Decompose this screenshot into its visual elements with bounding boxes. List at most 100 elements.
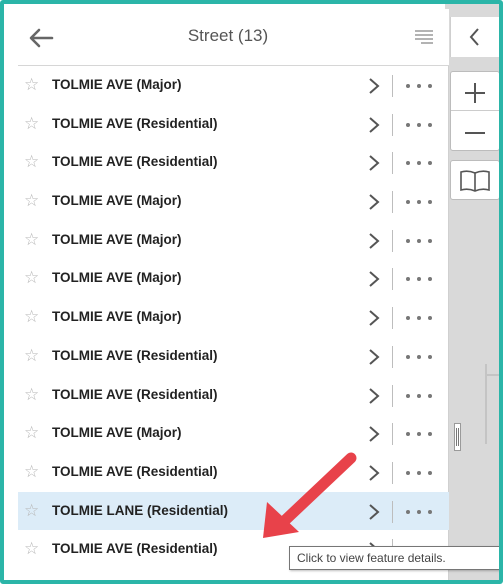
chevron-right-icon[interactable] — [368, 309, 380, 327]
list-item[interactable]: ☆ TOLMIE AVE (Residential) — [18, 453, 449, 492]
more-options-icon[interactable] — [406, 200, 436, 205]
more-options-icon[interactable] — [406, 393, 436, 398]
chevron-right-icon[interactable] — [368, 348, 380, 366]
divider — [392, 345, 393, 368]
chevron-right-icon[interactable] — [368, 270, 380, 288]
zoom-in-button[interactable] — [451, 72, 499, 111]
app-frame: Street (13) ☆ TOLMIE AVE (Major) ☆ TOLMIE A… — [0, 0, 503, 584]
list-item-label: TOLMIE AVE (Major) — [52, 309, 182, 325]
divider — [392, 500, 393, 523]
list-item-label: TOLMIE LANE (Residential) — [52, 502, 229, 518]
tooltip: Click to view feature details. — [289, 546, 499, 570]
bookmarks-control — [450, 160, 499, 200]
star-icon[interactable]: ☆ — [24, 230, 39, 250]
results-panel: Street (13) ☆ TOLMIE AVE (Major) ☆ TOLMIE A… — [18, 9, 449, 580]
list-item-label: TOLMIE AVE (Major) — [52, 270, 182, 286]
collapse-control — [450, 17, 499, 57]
resize-handle[interactable] — [454, 423, 461, 451]
list-item-label: TOLMIE AVE (Residential) — [52, 386, 218, 402]
star-icon[interactable]: ☆ — [24, 385, 39, 405]
divider — [392, 461, 393, 484]
chevron-right-icon[interactable] — [368, 232, 380, 250]
star-icon[interactable]: ☆ — [24, 268, 39, 288]
list-item-label: TOLMIE AVE (Residential) — [52, 541, 218, 557]
list-item[interactable]: ☆ TOLMIE LANE (Residential) — [18, 491, 449, 531]
open-book-icon — [460, 170, 490, 192]
star-icon[interactable]: ☆ — [24, 462, 39, 482]
zoom-control — [450, 71, 499, 151]
chevron-right-icon[interactable] — [368, 193, 380, 211]
grip-icon — [454, 423, 461, 451]
more-options-icon[interactable] — [406, 470, 436, 475]
star-icon[interactable]: ☆ — [24, 423, 39, 443]
arrow-left-icon — [29, 28, 54, 48]
list-item-label: TOLMIE AVE (Residential) — [52, 347, 218, 363]
list-item-label: TOLMIE AVE (Residential) — [52, 463, 218, 479]
divider — [392, 384, 393, 407]
list-item[interactable]: ☆ TOLMIE AVE (Major) — [18, 414, 449, 453]
plus-icon — [465, 83, 485, 103]
more-options-icon[interactable] — [406, 161, 436, 166]
results-list: ☆ TOLMIE AVE (Major) ☆ TOLMIE AVE (Resident… — [18, 66, 449, 569]
divider — [392, 423, 393, 446]
list-item[interactable]: ☆ TOLMIE AVE (Major) — [18, 182, 449, 221]
more-options-icon[interactable] — [406, 354, 436, 359]
minus-icon — [465, 132, 485, 134]
more-options-icon[interactable] — [406, 509, 436, 514]
list-item[interactable]: ☆ TOLMIE AVE (Residential) — [18, 143, 449, 182]
list-options-button[interactable] — [413, 27, 435, 47]
map-road — [485, 364, 487, 444]
chevron-left-icon — [469, 28, 479, 46]
star-icon[interactable]: ☆ — [24, 501, 39, 521]
list-item[interactable]: ☆ TOLMIE AVE (Major) — [18, 298, 449, 337]
star-icon[interactable]: ☆ — [24, 346, 39, 366]
panel-header: Street (13) — [18, 9, 449, 66]
annotation-arrow — [263, 452, 357, 538]
page-title: Street (13) — [187, 26, 269, 45]
list-item-label: TOLMIE AVE (Major) — [52, 193, 182, 209]
divider — [392, 268, 393, 291]
star-icon[interactable]: ☆ — [24, 539, 39, 559]
divider — [392, 191, 393, 214]
divider — [392, 75, 393, 97]
list-item-label: TOLMIE AVE (Residential) — [52, 154, 218, 170]
chevron-right-icon[interactable] — [368, 464, 380, 482]
more-options-icon[interactable] — [406, 84, 436, 88]
more-options-icon[interactable] — [406, 432, 436, 437]
list-item[interactable]: ☆ TOLMIE AVE (Major) — [18, 259, 449, 298]
more-options-icon[interactable] — [406, 277, 436, 282]
bookmarks-button[interactable] — [451, 161, 499, 199]
star-icon[interactable]: ☆ — [24, 191, 39, 211]
star-icon[interactable]: ☆ — [24, 114, 39, 134]
list-item[interactable]: ☆ TOLMIE AVE (Major) — [18, 66, 449, 105]
divider — [392, 113, 393, 136]
more-options-icon[interactable] — [406, 316, 436, 321]
chevron-right-icon[interactable] — [368, 77, 380, 95]
map-road — [485, 374, 499, 376]
list-item-label: TOLMIE AVE (Major) — [52, 425, 182, 441]
divider — [392, 152, 393, 175]
list-item-label: TOLMIE AVE (Major) — [52, 231, 182, 247]
list-item[interactable]: ☆ TOLMIE AVE (Major) — [18, 221, 449, 260]
back-button[interactable] — [26, 23, 56, 53]
star-icon[interactable]: ☆ — [24, 307, 39, 327]
collapse-panel-button[interactable] — [451, 17, 499, 57]
list-item[interactable]: ☆ TOLMIE AVE (Residential) — [18, 337, 449, 376]
list-item[interactable]: ☆ TOLMIE AVE (Residential) — [18, 105, 449, 144]
divider — [392, 307, 393, 330]
list-item-label: TOLMIE AVE (Major) — [52, 77, 182, 92]
list-item[interactable]: ☆ TOLMIE AVE (Residential) — [18, 376, 449, 415]
zoom-out-button[interactable] — [451, 112, 499, 151]
list-lines-icon — [415, 30, 433, 44]
chevron-right-icon[interactable] — [368, 154, 380, 172]
chevron-right-icon[interactable] — [368, 387, 380, 405]
chevron-right-icon[interactable] — [368, 116, 380, 134]
chevron-right-icon[interactable] — [368, 503, 380, 521]
star-icon[interactable]: ☆ — [24, 75, 39, 95]
chevron-right-icon[interactable] — [368, 425, 380, 443]
divider — [392, 229, 393, 252]
star-icon[interactable]: ☆ — [24, 152, 39, 172]
more-options-icon[interactable] — [406, 238, 436, 243]
list-item-label: TOLMIE AVE (Residential) — [52, 115, 218, 131]
more-options-icon[interactable] — [406, 122, 436, 127]
